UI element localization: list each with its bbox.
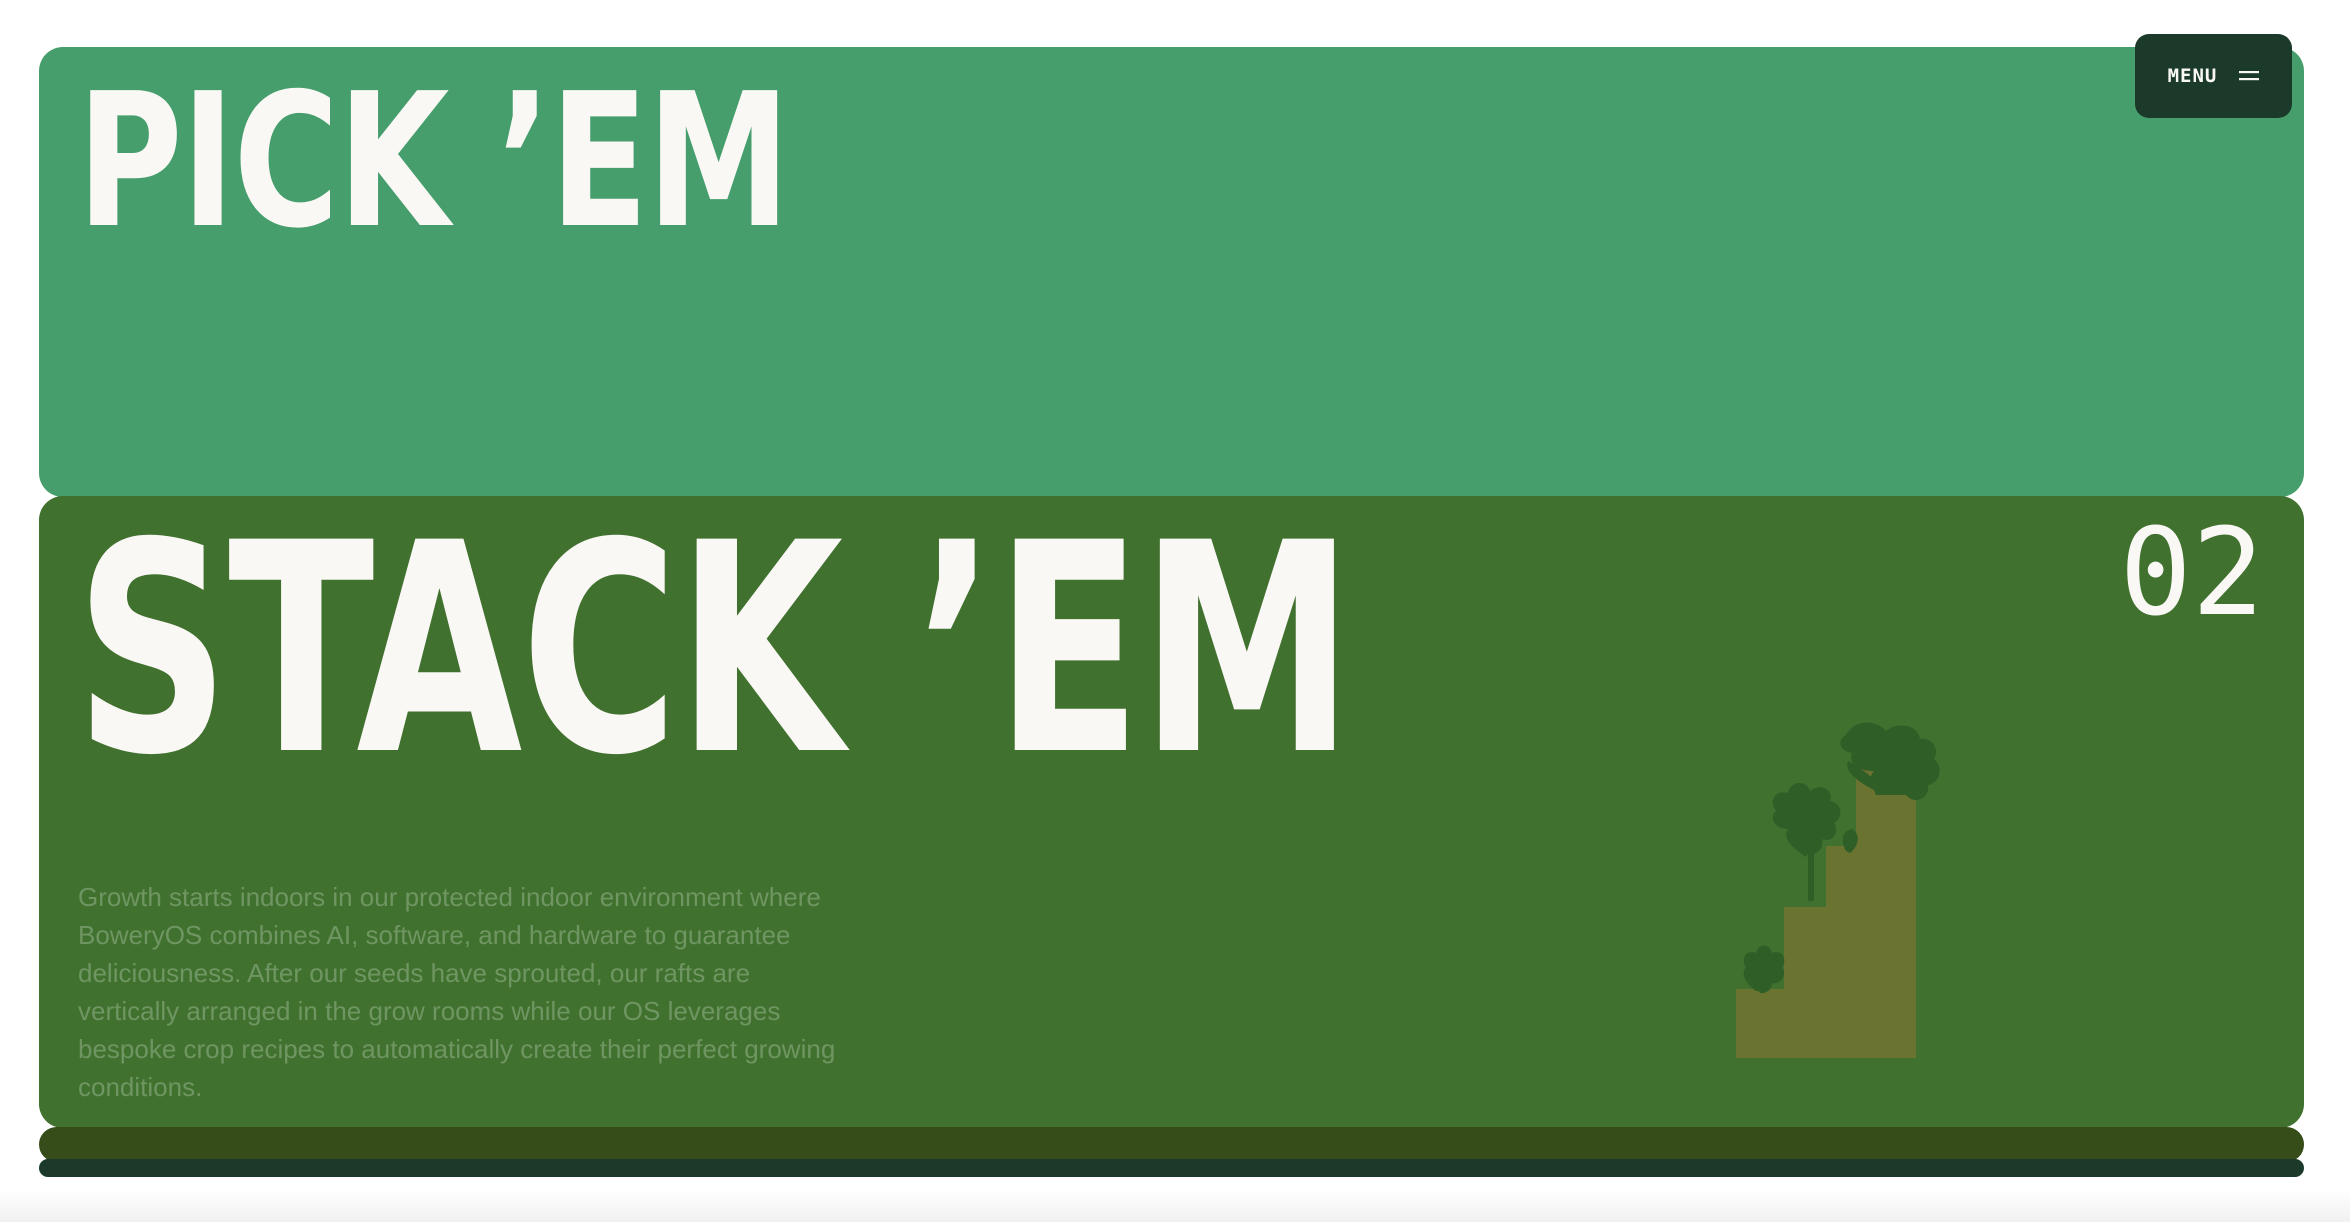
card-title: PICK ’EM bbox=[77, 53, 790, 269]
menu-label: MENU bbox=[2167, 65, 2218, 87]
card-number: 02 bbox=[2119, 504, 2265, 643]
card-three-peek[interactable] bbox=[39, 1127, 2304, 1162]
card-description: Growth starts indoors in our protected i… bbox=[78, 882, 836, 1102]
menu-button[interactable]: MENU bbox=[2135, 34, 2292, 118]
card-four-peek[interactable] bbox=[39, 1159, 2304, 1177]
card-stack-em[interactable]: STACK ’EM 02 Growth starts indoors in ou… bbox=[39, 496, 2304, 1128]
card-pick-em[interactable]: PICK ’EM 01 bbox=[39, 47, 2304, 497]
tall-plant bbox=[1840, 722, 1940, 800]
small-plant bbox=[1743, 945, 1785, 993]
plant-stairs-illustration bbox=[1736, 722, 1940, 1058]
card-title: STACK ’EM bbox=[75, 496, 1354, 819]
bottom-fade bbox=[0, 1190, 2350, 1222]
hamburger-icon bbox=[2239, 71, 2260, 81]
page: PICK ’EM 01 STACK ’EM 02 Growth starts i… bbox=[0, 0, 2350, 1222]
